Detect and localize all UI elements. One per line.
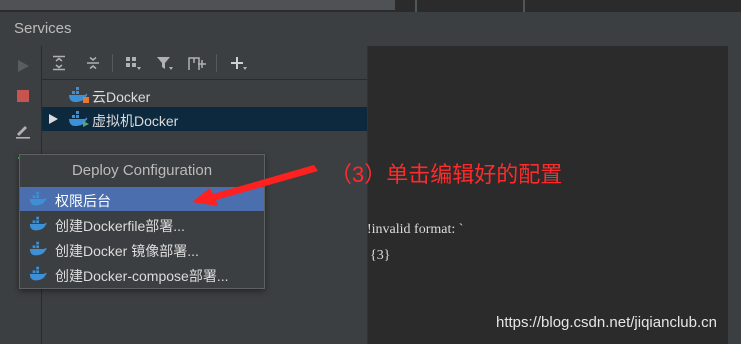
docker-icon	[29, 216, 47, 231]
popup-item-label: 权限后台	[55, 193, 111, 209]
ide-window: Services 云Docker 虚拟机Docker !invalid form…	[0, 0, 741, 344]
annotation-label: （3）单击编辑好的配置	[330, 162, 563, 187]
edit-icon[interactable]	[13, 120, 33, 140]
divider	[415, 0, 417, 12]
docker-icon	[29, 191, 47, 206]
docker-icon	[69, 87, 89, 103]
group-by-icon[interactable]	[122, 52, 144, 74]
popup-item-label: 创建Docker-compose部署...	[55, 268, 229, 284]
annotation-arrow-icon	[192, 165, 318, 206]
services-toolbar	[42, 46, 367, 80]
popup-item-create-docker-compose[interactable]: 创建Docker-compose部署...	[20, 262, 264, 286]
watermark: https://blog.csdn.net/jiqianclub.cn	[496, 314, 717, 331]
top-strip	[0, 0, 741, 12]
console-panel	[367, 46, 741, 344]
tree-item-cloud-docker[interactable]: 云Docker	[42, 83, 367, 107]
editor-tab-bar[interactable]	[0, 0, 395, 10]
toolbar-separator	[112, 54, 113, 72]
tree-item-vm-docker[interactable]: 虚拟机Docker	[42, 107, 367, 131]
tree-item-label: 云Docker	[92, 89, 151, 105]
popup-item-create-dockerfile[interactable]: 创建Dockerfile部署...	[20, 212, 264, 236]
popup-item-label: 创建Docker 镜像部署...	[55, 243, 199, 259]
run-icon[interactable]	[13, 56, 33, 76]
docker-icon	[29, 241, 47, 256]
toolbar-separator	[216, 54, 217, 72]
add-icon[interactable]	[228, 52, 250, 74]
popup-item-label: 创建Dockerfile部署...	[55, 218, 185, 234]
filter-icon[interactable]	[154, 52, 176, 74]
docker-icon	[69, 111, 89, 127]
docker-icon	[29, 266, 47, 281]
right-tool-stripe	[727, 46, 741, 344]
console-line: {3}	[370, 248, 391, 263]
new-tab-icon[interactable]	[186, 52, 208, 74]
console-line: !invalid format: `	[367, 222, 464, 237]
popup-item-create-docker-image[interactable]: 创建Docker 镜像部署...	[20, 237, 264, 261]
collapse-all-icon[interactable]	[82, 52, 104, 74]
divider	[523, 0, 525, 12]
expand-all-icon[interactable]	[48, 52, 70, 74]
stop-icon[interactable]	[13, 86, 33, 106]
panel-title: Services	[14, 20, 72, 37]
tree-item-label: 虚拟机Docker	[92, 113, 179, 129]
expand-arrow-icon[interactable]	[47, 112, 59, 126]
